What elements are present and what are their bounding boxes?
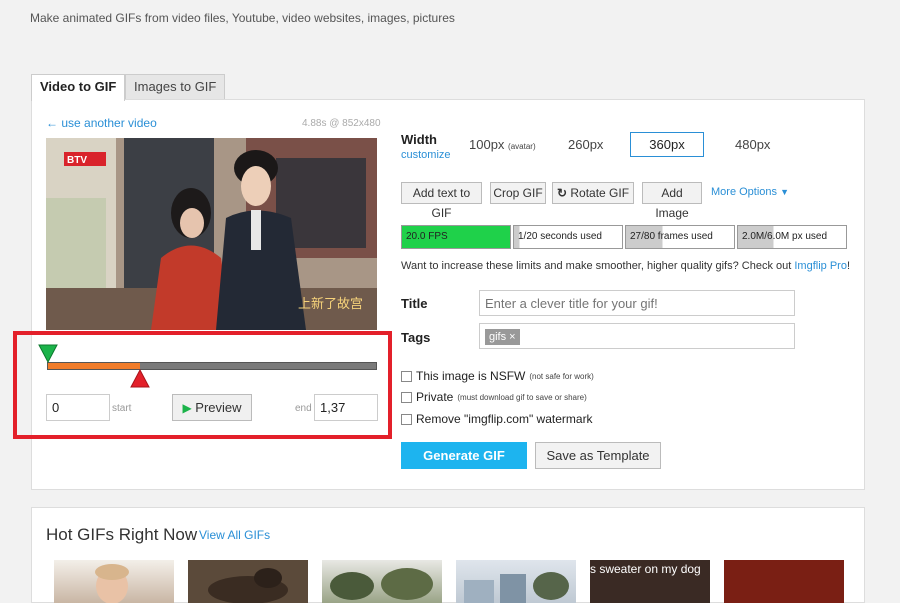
customize-link[interactable]: customize	[401, 149, 451, 161]
play-icon: ▶	[182, 401, 192, 415]
upsell-message: Want to increase these limits and make s…	[401, 260, 792, 272]
more-options-link[interactable]: More Options ▼	[711, 186, 789, 198]
generate-gif-button[interactable]: Generate GIF	[401, 442, 527, 469]
video-meta: 4.88s @ 852x480	[302, 118, 381, 129]
end-handle[interactable]	[130, 368, 150, 393]
save-template-button[interactable]: Save as Template	[535, 442, 661, 469]
hot-gif-thumb[interactable]	[322, 560, 442, 603]
fps-meter[interactable]: 20.0 FPS	[401, 225, 511, 249]
start-handle[interactable]	[38, 344, 58, 369]
trim-highlight-box	[13, 331, 392, 439]
watermark-label: Remove "imgflip.com" watermark	[416, 412, 593, 426]
width-label: Width	[401, 132, 437, 147]
view-all-gifs-link[interactable]: View All GIFs	[199, 528, 270, 542]
hot-gif-thumb[interactable]: s sweater on my dog	[590, 560, 710, 603]
hot-gif-caption: s sweater on my dog	[590, 562, 701, 576]
width-option-480[interactable]: 480px	[735, 137, 770, 152]
tags-input[interactable]: gifs ×	[479, 323, 795, 349]
pixels-meter: 2.0M/6.0M px used	[737, 225, 847, 249]
nsfw-label: This image is NSFW	[416, 369, 526, 383]
preview-label: Preview	[195, 400, 242, 415]
channel-logo: BTV	[67, 155, 87, 166]
seconds-meter: 1/20 seconds used	[513, 225, 623, 249]
trim-selection	[48, 363, 140, 369]
frames-meter: 27/80 frames used	[625, 225, 735, 249]
width-option-100-label: 100px	[469, 137, 505, 152]
preview-button[interactable]: ▶ Preview	[172, 394, 252, 421]
tab-video-to-gif[interactable]: Video to GIF	[31, 74, 126, 101]
nsfw-checkbox[interactable]	[401, 370, 412, 382]
rotate-button[interactable]: ↻ Rotate GIF	[552, 182, 634, 204]
upsell-end: !	[846, 260, 850, 272]
caret-down-icon: ▼	[780, 187, 790, 197]
hot-gifs-title: Hot GIFs Right Now	[46, 525, 198, 544]
hot-gif-thumb[interactable]	[456, 560, 576, 603]
private-label: Private	[416, 390, 454, 404]
tag-chip-gifs[interactable]: gifs ×	[485, 329, 520, 345]
hot-gif-thumb[interactable]	[724, 560, 844, 603]
watermark-option[interactable]: Remove "imgflip.com" watermark	[401, 412, 593, 426]
video-preview: BTV 上新了故宫	[46, 138, 377, 330]
hot-gif-thumb[interactable]	[54, 560, 174, 603]
nsfw-note: (not safe for work)	[529, 371, 594, 381]
width-option-note: (avatar)	[508, 142, 536, 151]
tab-images-to-gif[interactable]: Images to GIF	[125, 74, 226, 100]
private-option[interactable]: Private (must download gif to save or sh…	[401, 390, 587, 404]
width-option-260[interactable]: 260px	[568, 137, 603, 152]
end-input[interactable]: 1,37	[314, 394, 378, 421]
imgflip-pro-link[interactable]: Imgflip Pro	[794, 260, 847, 272]
rotate-label: Rotate GIF	[570, 186, 630, 200]
use-another-video-link[interactable]: ← use another video	[46, 116, 157, 130]
rotate-icon: ↻	[556, 186, 568, 200]
page-tagline: Make animated GIFs from video files, You…	[30, 11, 455, 25]
tags-label: Tags	[401, 330, 431, 345]
nsfw-option[interactable]: This image is NSFW (not safe for work)	[401, 369, 594, 383]
add-image-button[interactable]: Add Image	[642, 182, 702, 220]
start-input[interactable]: 0	[46, 394, 110, 421]
upsell-text: Want to increase these limits and make s…	[401, 260, 850, 272]
hot-gif-thumb[interactable]	[188, 560, 308, 603]
private-note: (must download gif to save or share)	[457, 392, 587, 402]
title-label: Title	[401, 296, 428, 311]
width-option-100[interactable]: 100px (avatar)	[469, 137, 536, 152]
watermark-checkbox[interactable]	[401, 413, 412, 425]
private-checkbox[interactable]	[401, 391, 412, 403]
add-text-button[interactable]: Add text to GIF	[401, 182, 482, 220]
crop-button[interactable]: Crop GIF	[490, 182, 546, 204]
start-label: start	[112, 403, 132, 414]
end-label: end	[295, 403, 312, 414]
video-caption: 上新了故宫	[298, 296, 363, 312]
width-option-360[interactable]: 360px	[630, 132, 704, 157]
title-input[interactable]	[479, 290, 795, 316]
more-options-label: More Options	[711, 186, 778, 198]
